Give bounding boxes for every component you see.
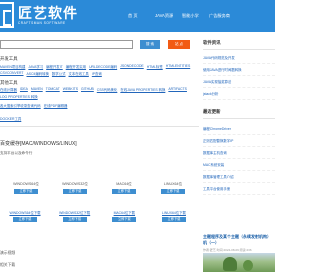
nav-java[interactable]: JAVA资源 xyxy=(155,13,182,19)
seo-tag-list: 各大搜索引擎收录查询代码 在线PDF编辑器 xyxy=(0,103,199,108)
article-meta: 作者:匠艺 时间:2024-08-09 阅读:236 xyxy=(203,248,252,252)
nav-home[interactable]: 首 页 xyxy=(128,13,155,19)
tag-csv[interactable]: CSVCONVERT xyxy=(0,71,24,76)
list-item[interactable]: jstack分析 xyxy=(203,88,275,100)
download-button[interactable]: 立即下载 xyxy=(112,189,136,194)
download-link[interactable]: WINDOWS32位下载 xyxy=(55,210,95,215)
download-item: MAC64位 立即下载 xyxy=(104,182,144,194)
downloads-title: 百变缓存[MAC/WINDOWS/LINUX] xyxy=(0,141,77,147)
site-button[interactable]: 站 点 xyxy=(168,40,190,49)
tag-maven[interactable]: MAVEN项目构建 xyxy=(0,64,25,69)
nav-smart[interactable]: 智能小学 xyxy=(182,13,209,19)
main-nav: 首 页 JAVA资源 智能小学 广告服务商 xyxy=(128,13,236,19)
site-logo[interactable]: 匠艺软件 CRAFTSMAN SOFTWARE xyxy=(0,2,77,30)
search-button[interactable]: 搜 索 xyxy=(140,40,160,49)
tag-jsondecode[interactable]: JSONDECODE xyxy=(120,64,144,69)
sidebar-news-title: 软件资讯 xyxy=(203,40,275,50)
download-item: WINDOWS64位 立即下载 xyxy=(6,182,46,194)
video-label: 演示视频 xyxy=(0,251,16,255)
tag-text[interactable]: 文本在线工具 xyxy=(68,71,88,76)
tag-artifacts[interactable]: ARTIFACTS xyxy=(168,87,187,92)
sidebar-news-list: JAVA代码规范及开发 使用JAVA进行时间戳转换 JAVA实现抽奖算法 jst… xyxy=(203,52,275,100)
download-link-button[interactable]: 立即下载 xyxy=(62,217,87,222)
download-link-item: LINUX64位下载 立即下载 xyxy=(154,210,194,222)
tag-properties[interactable]: 在线JAVA PROPERTIES 转换 xyxy=(120,87,165,92)
tag-docker[interactable]: DOCKER工具 xyxy=(0,116,21,121)
tag-math[interactable]: 数学公式 xyxy=(52,71,66,76)
tag-htmlentities[interactable]: HTMLENTITIES xyxy=(166,64,191,69)
tag-seo[interactable]: 各大搜索引擎收录查询代码 xyxy=(0,103,41,108)
site-header: 匠艺软件 CRAFTSMAN SOFTWARE 首 页 JAVA资源 智能小学 … xyxy=(0,0,275,32)
list-item[interactable]: 工具平台使用手册 xyxy=(203,183,275,195)
download-link-item: WINDOWS64位下载 立即下载 xyxy=(5,210,45,222)
download-link[interactable]: WINDOWS64位下载 xyxy=(5,210,45,215)
download-link-button[interactable]: 立即下载 xyxy=(112,217,137,222)
tag-html[interactable]: HTML标签 xyxy=(147,64,163,69)
list-item[interactable]: 数据库主机查询 xyxy=(203,147,275,159)
download-links-row: WINDOWS64位下载 立即下载 WINDOWS32位下载 立即下载 MAC6… xyxy=(0,210,199,222)
download-link-button[interactable]: 立即下载 xyxy=(161,217,186,222)
download-link-item: MAC64位下载 立即下载 xyxy=(104,210,144,222)
tag-it[interactable]: 编程开发IT xyxy=(46,64,63,69)
download-link[interactable]: MAC64位下载 xyxy=(104,210,144,215)
featured-article[interactable]: 主题程序及某个主题（永续发射机构） 机（一） 作者:匠艺 时间:2024-08-… xyxy=(203,234,275,252)
tag-webkits[interactable]: WEBKITS xyxy=(63,87,78,92)
tools-tag-list: MAVEN项目构建 JAVA学习 编程开发IT 编程开发实用 URLDECODE… xyxy=(0,64,199,76)
tag-pdf[interactable]: 在线PDF编辑器 xyxy=(44,103,68,108)
tools-panel-title: 开发工具 xyxy=(0,56,18,61)
tag-calculator[interactable]: 在线计算器 xyxy=(0,87,17,92)
article-title-line2[interactable]: 机（一） xyxy=(203,240,275,246)
logo-mark-icon xyxy=(0,2,14,28)
tag-ip[interactable]: IP查询 xyxy=(92,71,102,76)
logo-title: 匠艺软件 xyxy=(18,5,78,21)
download-button[interactable]: 立即下载 xyxy=(14,189,38,194)
search-input[interactable] xyxy=(0,40,133,49)
tag-maven2[interactable]: MAVEN xyxy=(31,87,43,92)
download-item: WINDOWS32位 立即下载 xyxy=(55,182,95,194)
tag-idea[interactable]: IDEA xyxy=(20,87,28,92)
download-button[interactable]: 立即下载 xyxy=(63,189,87,194)
other-tools-title: 其他工具 xyxy=(0,80,18,85)
divider xyxy=(0,126,199,127)
list-item[interactable]: 使用JAVA进行时间戳转换 xyxy=(203,64,275,76)
download-link-button[interactable]: 立即下载 xyxy=(13,217,37,222)
article-thumbnail[interactable] xyxy=(203,253,275,272)
tag-ascii[interactable]: ASCII编码转换 xyxy=(27,71,49,76)
tag-github[interactable]: GITHUB xyxy=(81,87,94,92)
more-label: 相关下载 xyxy=(0,263,16,267)
downloads-subtitle: 支持平台以及命令行 xyxy=(0,151,33,155)
list-item[interactable]: MAC系统安装 xyxy=(203,159,275,171)
download-link[interactable]: LINUX64位下载 xyxy=(154,210,194,215)
download-name: MAC64位 xyxy=(116,182,132,186)
list-item[interactable]: JAVA代码规范及开发 xyxy=(203,52,275,64)
sidebar-latest-list: 编程ChromeDriver 正则匹配替换数字IP 数据库主机查询 MAC系统安… xyxy=(203,123,275,195)
docker-tag-list: DOCKER工具 xyxy=(0,116,199,121)
tag-log[interactable]: LOG PROPERTIES 转换 xyxy=(0,94,38,99)
downloads-grid: WINDOWS64位 立即下载 WINDOWS32位 立即下载 MAC64位 立… xyxy=(0,182,199,194)
sidebar-latest-title: 最近更新 xyxy=(203,109,275,119)
search-row: 搜 索 站 点 xyxy=(0,40,199,50)
nav-ads[interactable]: 广告服务商 xyxy=(209,13,236,19)
tag-practical[interactable]: 编程开发实用 xyxy=(66,64,86,69)
download-link-item: WINDOWS32位下载 立即下载 xyxy=(55,210,95,222)
list-item[interactable]: 编程ChromeDriver xyxy=(203,123,275,135)
download-name: WINDOWS64位 xyxy=(13,182,39,186)
tag-java[interactable]: JAVA学习 xyxy=(28,64,43,69)
other-tools-tag-list: 在线计算器 IDEA MAVEN TOMCAT WEBKITS GITHUB C… xyxy=(0,87,199,99)
tag-urldecode[interactable]: URLDECODE编码 xyxy=(89,64,117,69)
sidebar-news: 软件资讯 JAVA代码规范及开发 使用JAVA进行时间戳转换 JAVA实现抽奖算… xyxy=(203,40,275,100)
tag-tomcat[interactable]: TOMCAT xyxy=(46,87,60,92)
list-item[interactable]: JAVA实现抽奖算法 xyxy=(203,76,275,88)
download-button[interactable]: 立即下载 xyxy=(161,189,185,194)
download-name: LINUX64位 xyxy=(163,182,183,186)
list-item[interactable]: 数据库管理工具介绍 xyxy=(203,171,275,183)
download-item: LINUX64位 立即下载 xyxy=(153,182,193,194)
logo-subtitle: CRAFTSMAN SOFTWARE xyxy=(18,21,66,25)
sidebar-latest: 最近更新 编程ChromeDriver 正则匹配替换数字IP 数据库主机查询 M… xyxy=(203,109,275,195)
download-name: WINDOWS32位 xyxy=(62,182,88,186)
list-item[interactable]: 正则匹配替换数字IP xyxy=(203,135,275,147)
tag-css[interactable]: CSS代码美化 xyxy=(97,87,118,92)
